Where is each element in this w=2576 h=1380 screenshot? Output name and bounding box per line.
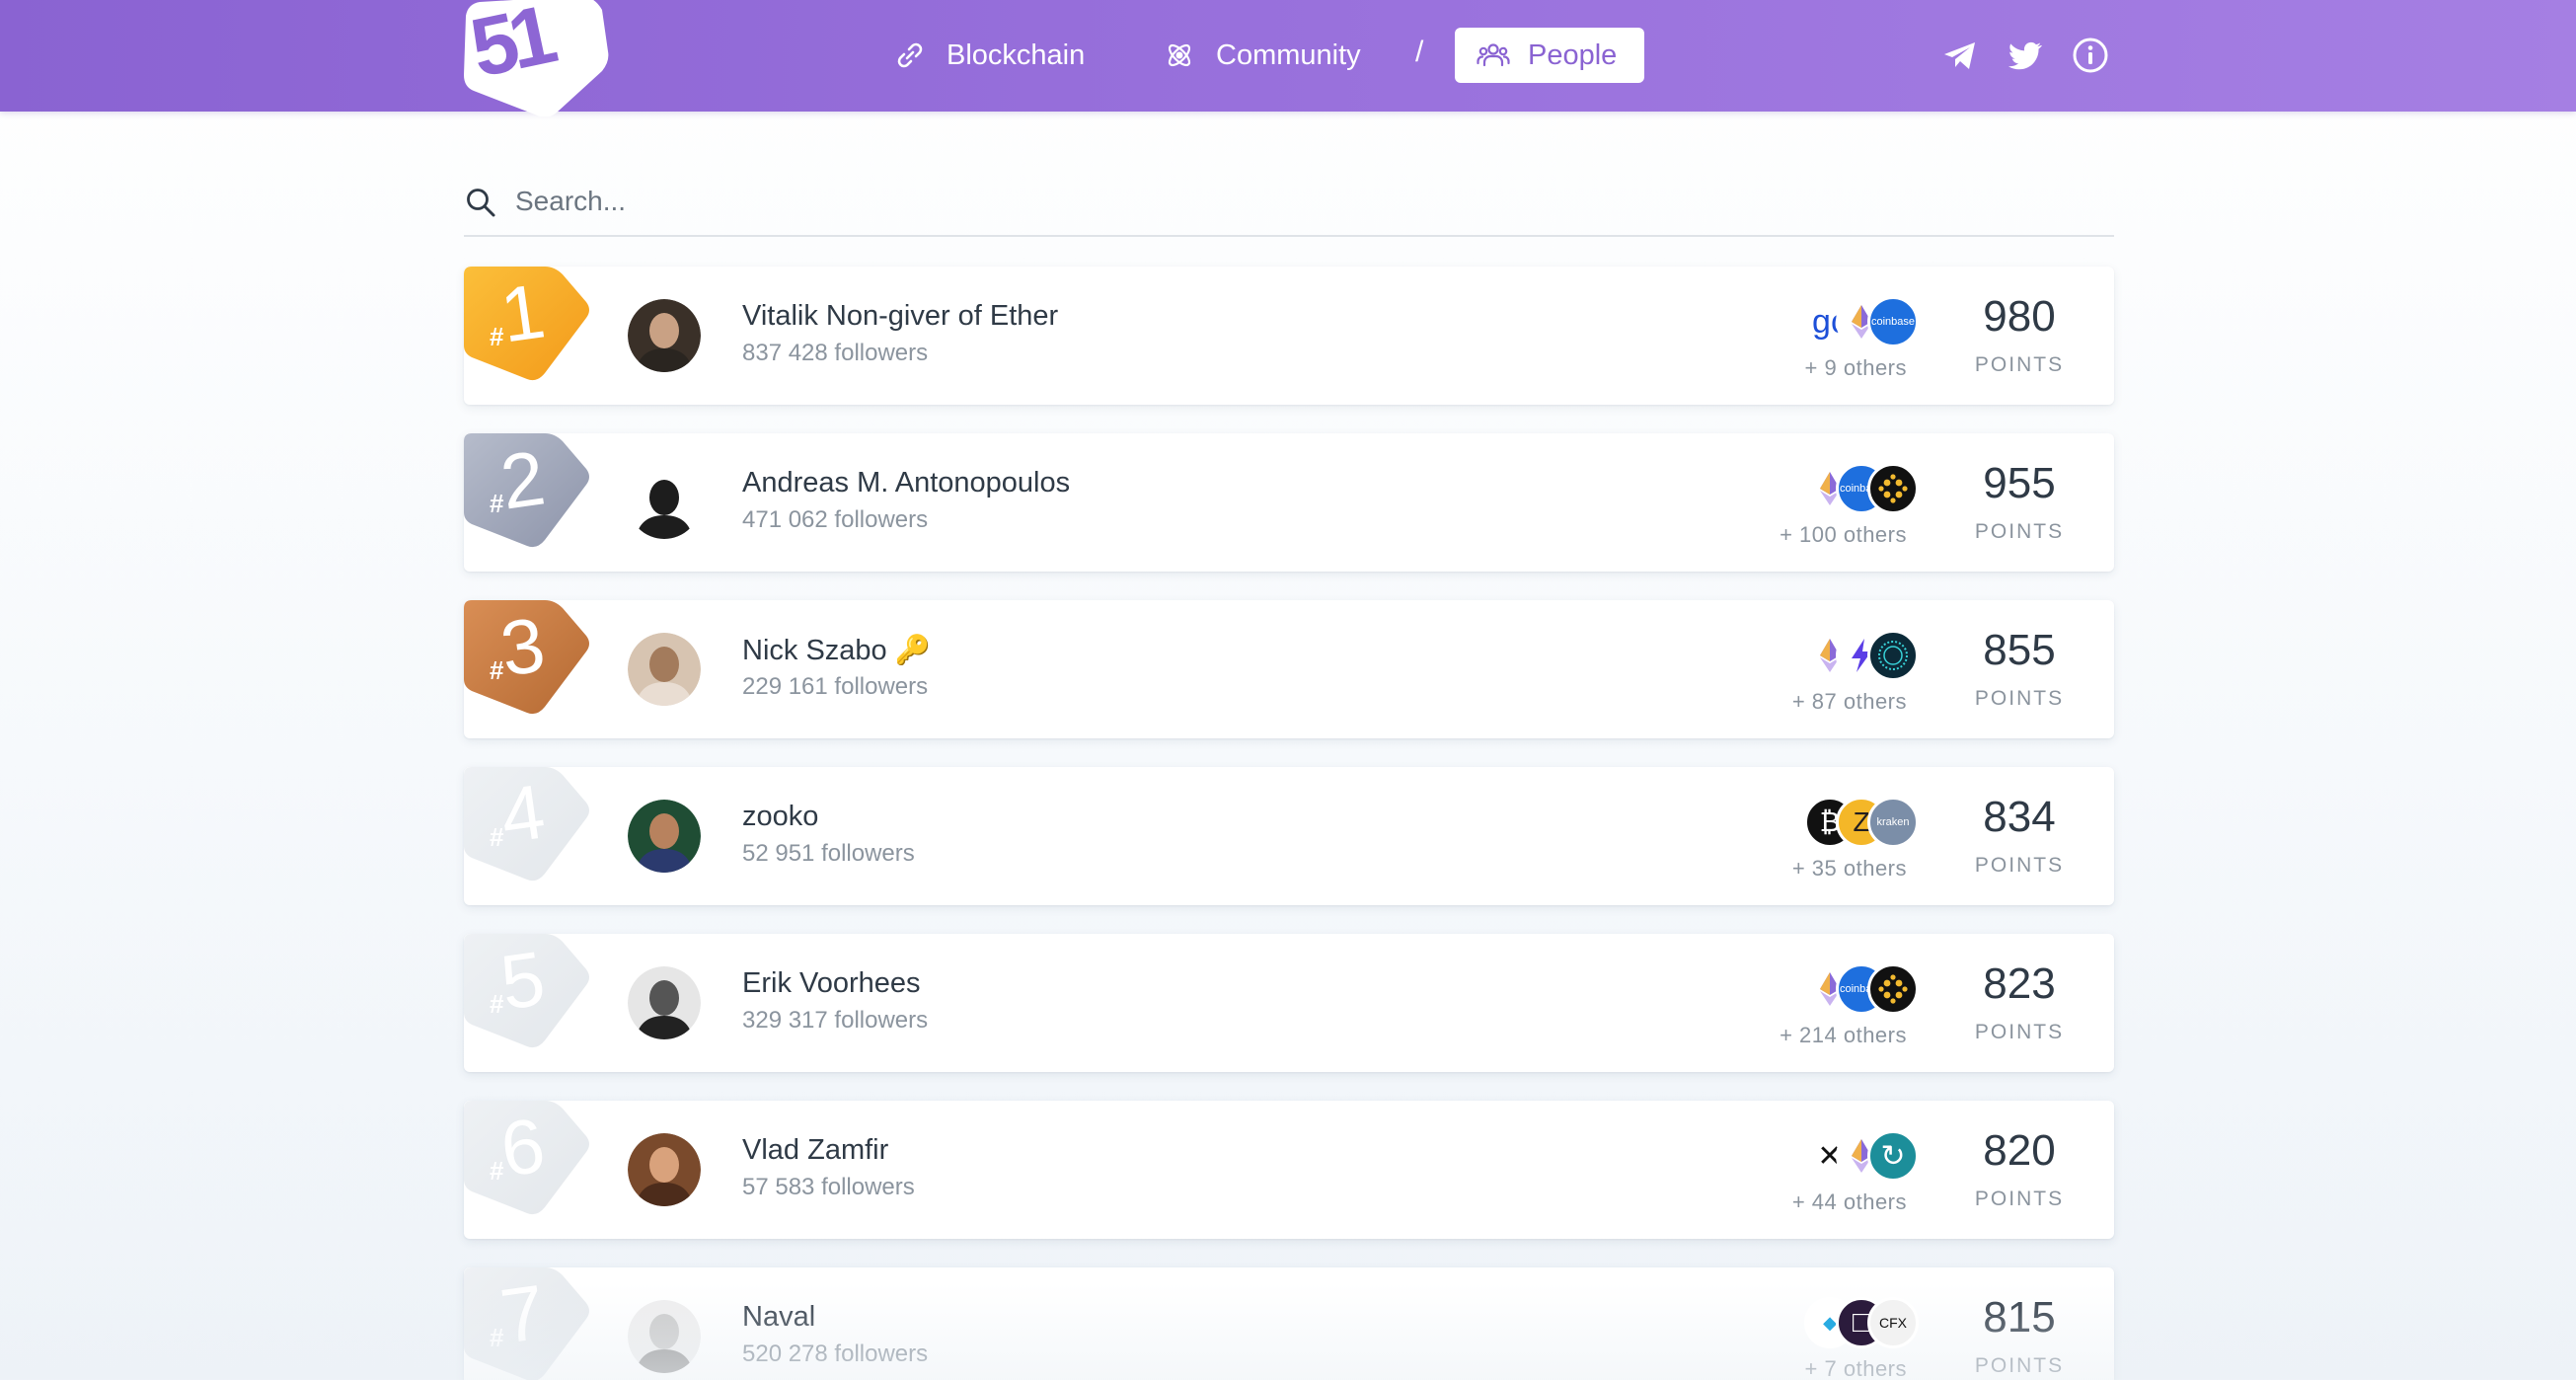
points-value: 955	[1983, 459, 2056, 507]
nav-blockchain-label: Blockchain	[947, 38, 1086, 71]
person-name[interactable]: Andreas M. Antonopoulos	[742, 467, 1070, 499]
avatar[interactable]	[628, 966, 701, 1039]
other-tokens-count[interactable]: + 35 others	[1792, 856, 1907, 882]
token-stack: ₿ Zkraken	[1782, 797, 1921, 848]
points-value: 855	[1983, 626, 2056, 674]
points-label: POINTS	[1974, 1188, 2065, 1210]
token-stack: coinbase	[1782, 463, 1921, 514]
points-label: POINTS	[1974, 520, 2065, 543]
person-name[interactable]: Vlad Zamfir	[742, 1134, 888, 1167]
celo-token-icon[interactable]	[1867, 630, 1919, 681]
nav-community[interactable]: Community	[1163, 28, 1361, 83]
rank-hash: #	[490, 989, 504, 1019]
other-tokens-count[interactable]: + 87 others	[1792, 689, 1907, 715]
points-value: 820	[1983, 1126, 2056, 1175]
cosmos-token-icon[interactable]: ↻	[1867, 1130, 1919, 1182]
follower-count: 471 062 followers	[742, 506, 929, 533]
rank-hash: #	[490, 1323, 504, 1352]
points-label: POINTS	[1974, 1354, 2065, 1377]
telegram-icon	[1944, 42, 1975, 69]
atom-icon	[1163, 38, 1196, 72]
rank-badge: #1	[464, 267, 592, 390]
token-stack: coinbase	[1782, 963, 1921, 1015]
coinbase-token-icon[interactable]: coinbase	[1867, 296, 1919, 347]
avatar[interactable]	[628, 466, 701, 539]
nav-people[interactable]: People	[1455, 28, 1644, 83]
rank-hash: #	[490, 322, 504, 351]
search-input[interactable]	[515, 182, 1996, 221]
points-label: POINTS	[1974, 687, 2065, 710]
avatar[interactable]	[628, 1133, 701, 1206]
follower-count: 229 161 followers	[742, 673, 929, 700]
other-tokens-count[interactable]: + 44 others	[1792, 1189, 1907, 1215]
avatar[interactable]	[628, 299, 701, 372]
rank-badge: #6	[464, 1101, 592, 1224]
points-value: 815	[1983, 1293, 2056, 1342]
token-stack: ◆ □ CFX	[1782, 1297, 1921, 1348]
follower-count: 57 583 followers	[742, 1174, 915, 1200]
person-name[interactable]: Nick Szabo 🔑	[742, 634, 931, 667]
leaderboard-row[interactable]: #1 Vitalik Non-giver of Ether 837 428 foll…	[464, 267, 2114, 405]
points-value: 834	[1983, 793, 2056, 841]
rank-hash: #	[490, 655, 504, 685]
logo[interactable]: 51	[462, 0, 610, 116]
avatar[interactable]	[628, 1300, 701, 1373]
rank-badge: #7	[464, 1267, 592, 1380]
telegram-button[interactable]	[1940, 36, 1980, 75]
leaderboard-row[interactable]: #5 Erik Voorhees 329 317 followers coinbase…	[464, 934, 2114, 1072]
other-tokens-count[interactable]: + 214 others	[1780, 1023, 1907, 1048]
rank-hash: #	[490, 822, 504, 852]
rank-badge: #4	[464, 767, 592, 890]
info-icon	[2073, 38, 2108, 73]
points-value: 823	[1983, 959, 2056, 1008]
token-stack	[1782, 630, 1921, 681]
leaderboard-row[interactable]: #6 Vlad Zamfir 57 583 followers ✕ ↻ + 44 othe…	[464, 1101, 2114, 1239]
points-label: POINTS	[1974, 353, 2065, 376]
points-value: 980	[1983, 292, 2056, 341]
twitter-icon	[2008, 41, 2042, 70]
nav-separator: /	[1415, 36, 1424, 68]
twitter-button[interactable]	[2006, 36, 2045, 75]
leaderboard-row[interactable]: #7 Naval 520 278 followers ◆ □ CFX + 7 others 8…	[464, 1267, 2114, 1380]
search-bar	[464, 178, 2114, 237]
token-stack: ✕ ↻	[1782, 1130, 1921, 1182]
nav-blockchain[interactable]: Blockchain	[893, 28, 1085, 83]
person-name[interactable]: zooko	[742, 801, 818, 833]
rank-hash: #	[490, 1156, 504, 1186]
token-stack: gc coinbase	[1782, 296, 1921, 347]
points-label: POINTS	[1974, 854, 2065, 877]
users-icon	[1477, 38, 1510, 72]
other-tokens-count[interactable]: + 7 others	[1805, 1356, 1907, 1380]
person-name[interactable]: Naval	[742, 1301, 815, 1334]
rank-badge: #2	[464, 433, 592, 557]
rank-badge: #3	[464, 600, 592, 724]
follower-count: 520 278 followers	[742, 1341, 929, 1367]
search-icon	[467, 189, 495, 217]
leaderboard-row[interactable]: #4 zooko 52 951 followers ₿ Zkraken + 35 othe…	[464, 767, 2114, 905]
link-icon	[893, 38, 927, 72]
avatar[interactable]	[628, 633, 701, 706]
binance-token-icon[interactable]	[1867, 963, 1919, 1015]
nav-people-label: People	[1528, 38, 1618, 71]
avatar[interactable]	[628, 800, 701, 873]
kraken-token-icon[interactable]: kraken	[1867, 797, 1919, 848]
top-navbar: 51 Blockchain Community / People	[0, 0, 2576, 116]
other-tokens-count[interactable]: + 100 others	[1780, 522, 1907, 548]
other-tokens-count[interactable]: + 9 others	[1805, 355, 1907, 381]
points-label: POINTS	[1974, 1021, 2065, 1043]
nav-community-label: Community	[1216, 38, 1361, 71]
rank-badge: #5	[464, 934, 592, 1057]
info-button[interactable]	[2071, 36, 2110, 75]
leaderboard-row[interactable]: #2 Andreas M. Antonopoulos 471 062 followe…	[464, 433, 2114, 572]
follower-count: 837 428 followers	[742, 340, 929, 366]
follower-count: 329 317 followers	[742, 1007, 929, 1034]
person-name[interactable]: Vitalik Non-giver of Ether	[742, 300, 1058, 333]
follower-count: 52 951 followers	[742, 840, 915, 867]
person-name[interactable]: Erik Voorhees	[742, 967, 921, 1000]
conflux-token-icon[interactable]: CFX	[1867, 1297, 1919, 1348]
leaderboard-row[interactable]: #3 Nick Szabo 🔑 229 161 followers + 87 othe…	[464, 600, 2114, 738]
binance-token-icon[interactable]	[1867, 463, 1919, 514]
rank-hash: #	[490, 489, 504, 518]
